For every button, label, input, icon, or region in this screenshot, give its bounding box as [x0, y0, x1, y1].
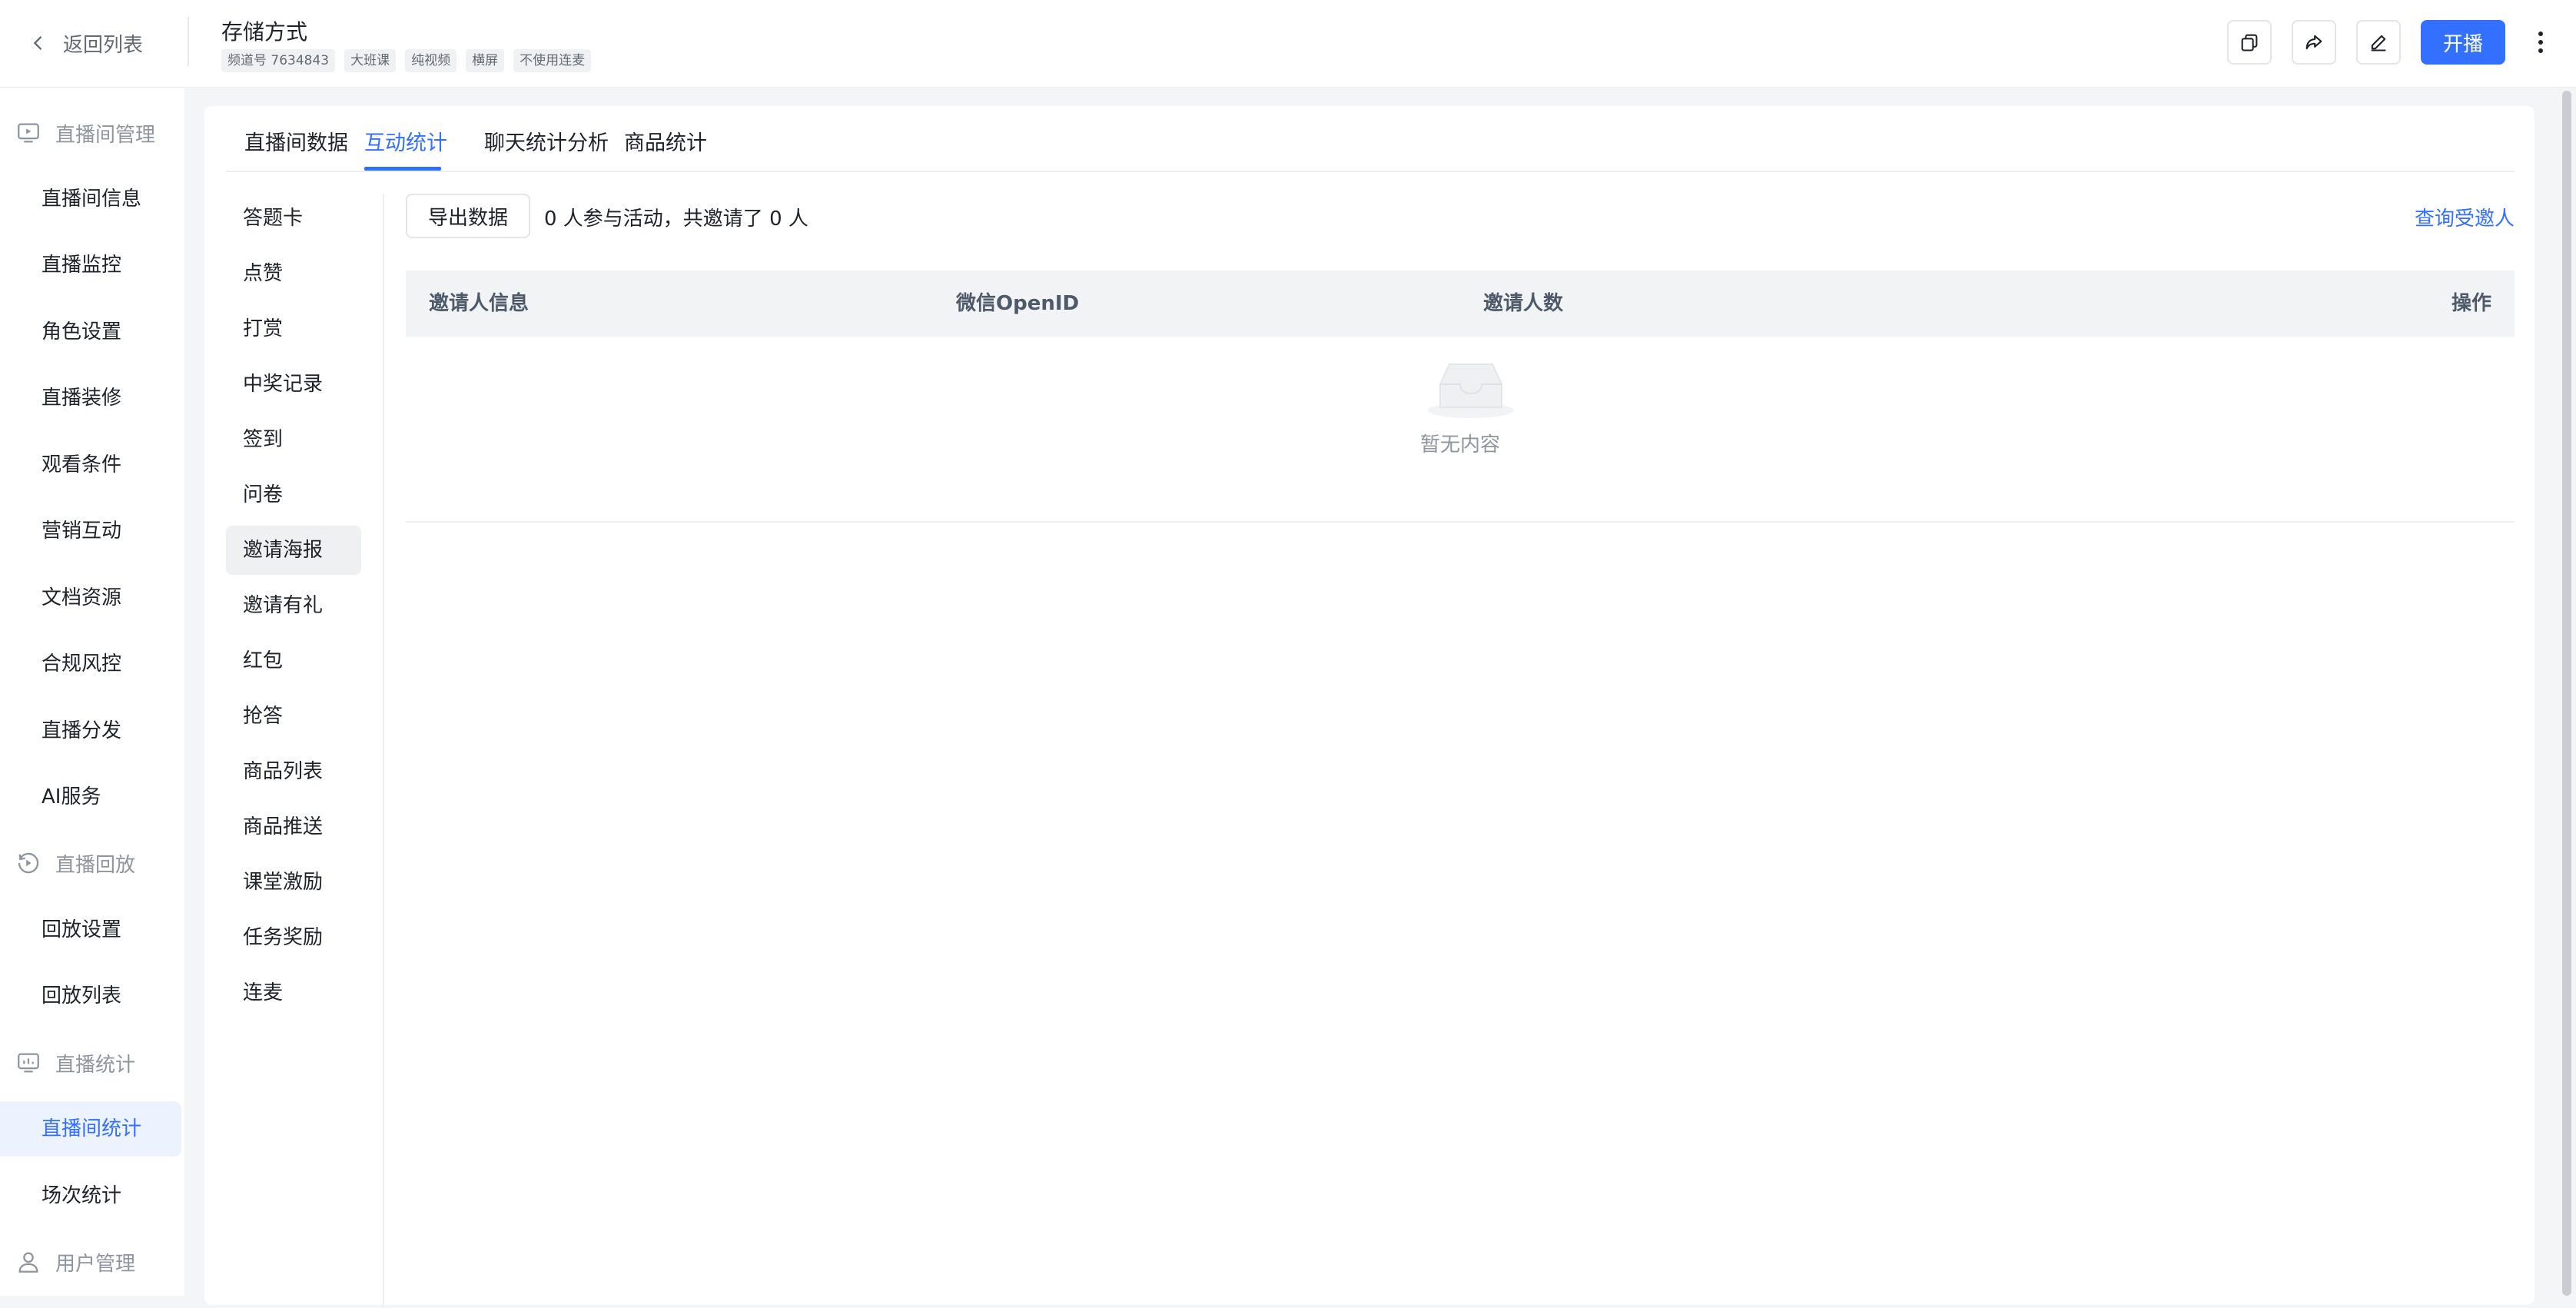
tab-room-data[interactable]: 直播间数据	[244, 126, 348, 156]
sidebar-group-live-room: 直播间管理	[15, 118, 155, 148]
page-title: 存储方式	[221, 19, 308, 45]
column-header-invite-count: 邀请人数	[1483, 292, 1564, 315]
sidebar-group-label: 直播统计	[55, 1053, 136, 1077]
copy-button[interactable]	[2227, 20, 2272, 65]
subnav-item[interactable]: 任务奖励	[226, 913, 361, 962]
sidebar-item-watch-conditions[interactable]: 观看条件	[41, 450, 121, 480]
tag-orientation: 横屏	[466, 49, 505, 72]
chevron-left-icon	[33, 36, 42, 50]
header-divider	[188, 17, 189, 66]
subnav-item[interactable]: 中奖记录	[226, 360, 361, 409]
table-header: 邀请人信息 微信OpenID 邀请人数 操作	[406, 271, 2515, 337]
tag-video-type: 纯视频	[405, 49, 457, 72]
tag-channel-id: 频道号 7634843	[221, 49, 336, 72]
empty-text: 暂无内容	[1419, 433, 1500, 456]
subnav-item[interactable]: 抢答	[226, 692, 361, 741]
edit-button[interactable]	[2356, 20, 2401, 65]
back-label: 返回列表	[63, 33, 144, 57]
channel-tags: 频道号 7634843 大班课 纯视频 横屏 不使用连麦	[221, 49, 592, 72]
copy-icon	[2241, 34, 2258, 51]
subnav-divider	[383, 194, 384, 1308]
sidebar-item-room-stats[interactable]: 直播间统计	[41, 1114, 141, 1144]
sidebar-item-compliance[interactable]: 合规风控	[41, 649, 121, 679]
active-tab-indicator	[364, 167, 441, 171]
subnav-item[interactable]: 商品列表	[226, 747, 361, 796]
subnav-item[interactable]: 商品推送	[226, 802, 361, 852]
replay-icon	[18, 852, 39, 874]
tab-chat-analysis[interactable]: 聊天统计分析	[484, 126, 609, 156]
sidebar-group-users: 用户管理	[15, 1247, 135, 1277]
sidebar-item-replay-settings[interactable]: 回放设置	[41, 915, 121, 945]
subnav-item[interactable]: 答题卡	[226, 194, 361, 243]
sidebar-item-session-stats[interactable]: 场次统计	[41, 1180, 121, 1211]
tag-mic-link: 不使用连麦	[513, 49, 592, 72]
column-header-actions: 操作	[2451, 292, 2491, 315]
sidebar-item-roles[interactable]: 角色设置	[41, 317, 121, 347]
column-header-wechat-openid: 微信OpenID	[956, 292, 1080, 315]
sidebar-item-ai-service[interactable]: AI服务	[41, 782, 101, 812]
user-icon	[18, 1252, 38, 1273]
sidebar-item-replay-list[interactable]: 回放列表	[41, 981, 121, 1011]
sidebar-group-label: 直播间管理	[55, 123, 156, 147]
share-button[interactable]	[2292, 20, 2336, 65]
sidebar-group-statistics: 直播统计	[15, 1047, 135, 1078]
subnav-item[interactable]: 打赏	[226, 304, 361, 354]
sidebar-item-documents[interactable]: 文档资源	[41, 583, 121, 613]
start-live-button[interactable]: 开播	[2421, 20, 2505, 65]
stats-tabs: 直播间数据 互动统计 聊天统计分析 商品统计	[226, 106, 2515, 172]
more-vertical-icon	[2538, 32, 2543, 53]
live-room-icon	[18, 123, 39, 143]
back-to-list-link[interactable]: 返回列表	[28, 28, 143, 58]
subnav-item[interactable]: 问卷	[226, 470, 361, 520]
tab-product-stats[interactable]: 商品统计	[624, 126, 707, 156]
statistics-icon	[18, 1053, 39, 1073]
sidebar-group-replay: 直播回放	[15, 848, 135, 878]
participation-summary: 0 人参与活动，共邀请了 0 人	[544, 207, 808, 231]
share-icon	[2305, 35, 2322, 50]
content-card: 直播间数据 互动统计 聊天统计分析 商品统计 答题卡 点赞 打赏 中奖记录 签到…	[204, 106, 2535, 1308]
empty-box-icon	[1428, 364, 1514, 418]
top-header: 返回列表 存储方式 频道号 7634843 大班课 纯视频 横屏 不使用连麦 开…	[0, 0, 2576, 88]
sidebar-group-label: 用户管理	[55, 1252, 136, 1276]
subnav-item[interactable]: 课堂激励	[226, 858, 361, 907]
edit-icon	[2371, 35, 2386, 51]
more-button[interactable]	[2533, 20, 2548, 65]
page-scrollbar-thumb[interactable]	[2562, 91, 2571, 1296]
column-header-inviter-info: 邀请人信息	[429, 292, 529, 315]
empty-state: 暂无内容	[406, 337, 2515, 523]
subnav-item[interactable]: 红包	[226, 636, 361, 686]
sidebar: 直播间管理 直播间信息 直播监控 角色设置 直播装修 观看条件 营销互动 文档资…	[0, 88, 184, 1296]
sidebar-item-decoration[interactable]: 直播装修	[41, 383, 121, 413]
subnav-item[interactable]: 邀请有礼	[226, 581, 361, 630]
sidebar-group-label: 直播回放	[55, 853, 136, 877]
sidebar-item-marketing[interactable]: 营销互动	[41, 516, 121, 546]
query-invitees-link[interactable]: 查询受邀人	[2415, 203, 2515, 231]
header-actions: 开播	[2227, 20, 2548, 65]
tag-class-type: 大班课	[344, 49, 397, 72]
tab-interaction-stats[interactable]: 互动统计	[364, 126, 447, 156]
sidebar-item-room-info[interactable]: 直播间信息	[41, 184, 141, 214]
subnav-item[interactable]: 点赞	[226, 249, 361, 298]
subnav-item[interactable]: 连麦	[226, 968, 361, 1018]
export-data-button[interactable]: 导出数据	[406, 194, 530, 238]
sidebar-item-distribution[interactable]: 直播分发	[41, 715, 121, 746]
sidebar-item-monitor[interactable]: 直播监控	[41, 250, 121, 281]
subnav-item[interactable]: 签到	[226, 415, 361, 464]
subnav-item-invite-poster[interactable]: 邀请海报	[226, 526, 361, 575]
